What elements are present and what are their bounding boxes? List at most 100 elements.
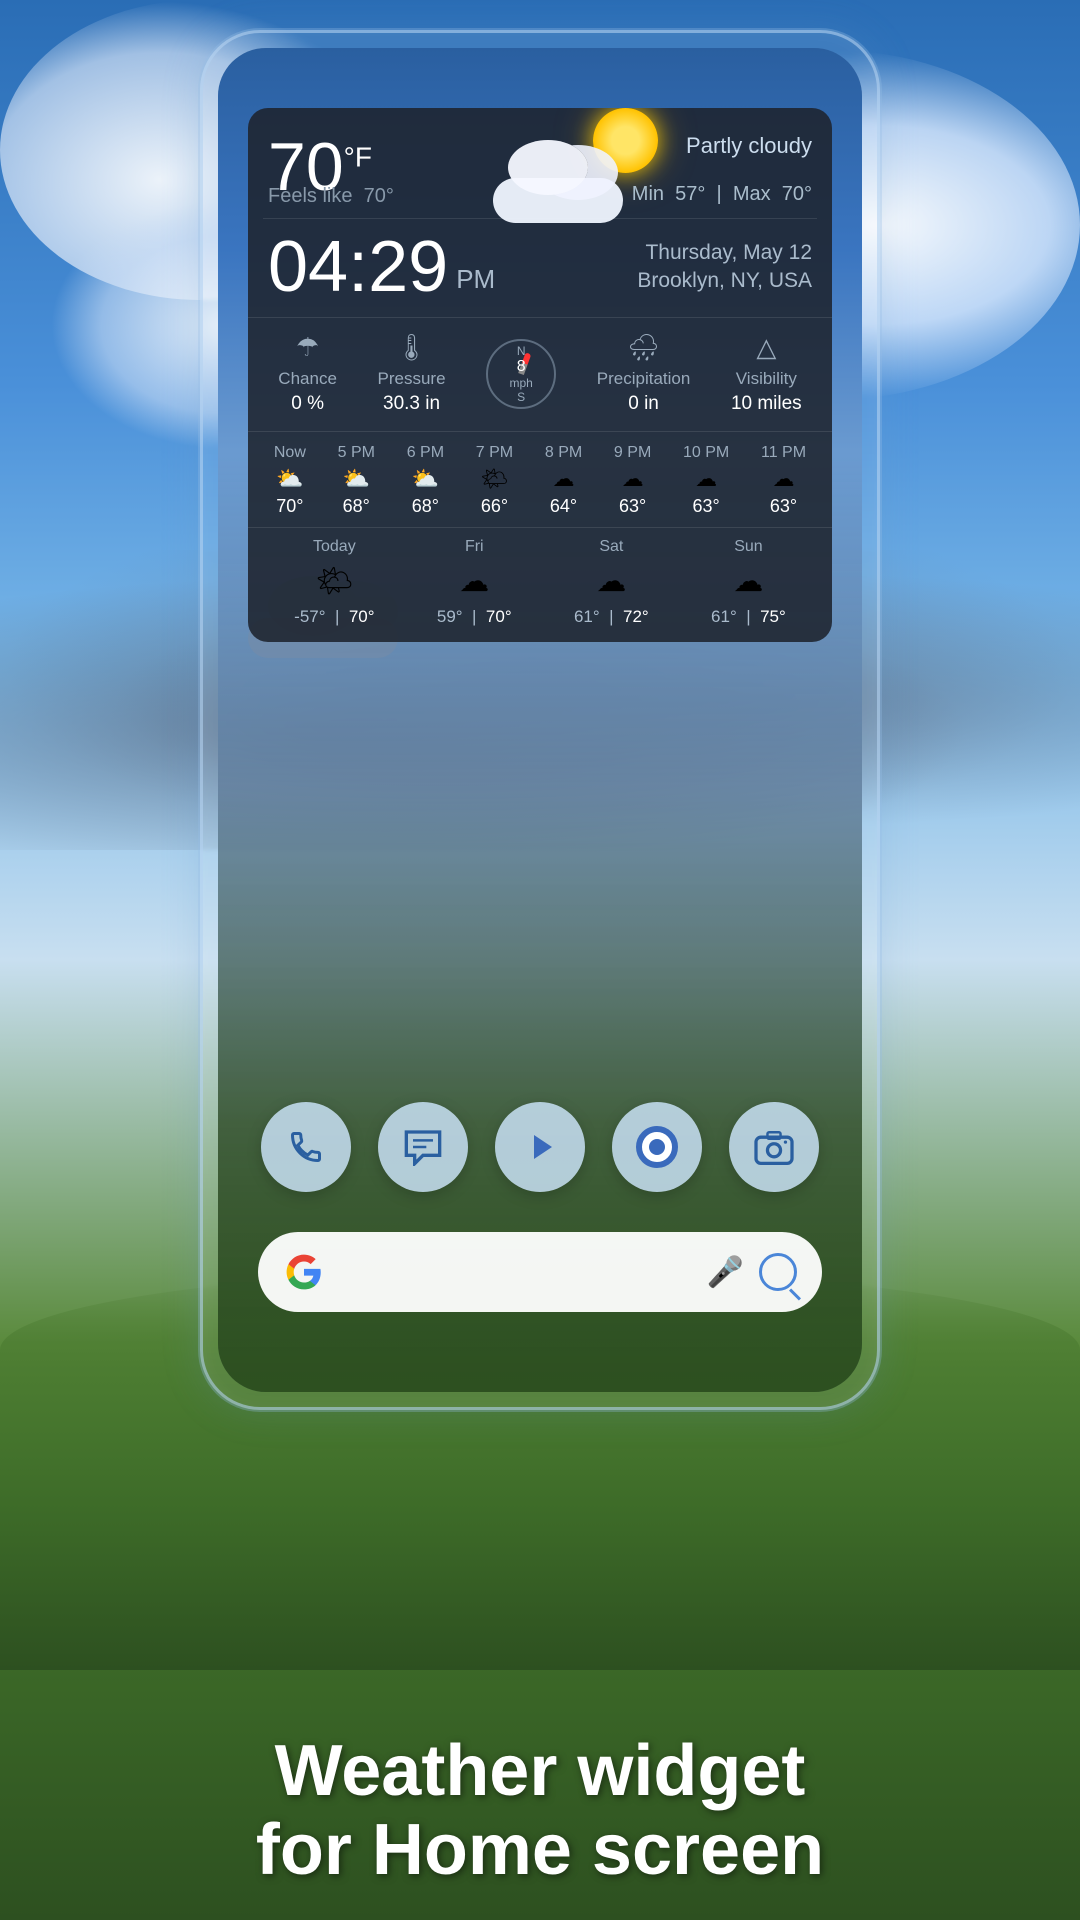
weather-header: 70°F Partly cloudy Feels like 70° Min 57… — [248, 108, 832, 218]
chance-value: 0 % — [291, 393, 324, 415]
day-item: Sat ☁ 61° | 72° — [574, 538, 649, 627]
weather-stats-row: ☂ Chance 0 % 🌡 Pressure 30.3 in N S — [248, 317, 832, 431]
day-weather-icon: ☁ — [596, 564, 626, 599]
weather-condition: Partly cloudy — [686, 133, 812, 159]
voice-search-icon[interactable]: 🎤 — [707, 1255, 744, 1290]
date-display: Thursday, May 12 — [637, 241, 812, 265]
dock-icon-chrome[interactable] — [612, 1102, 702, 1192]
hour-temp: 68° — [412, 496, 439, 517]
stat-precipitation: 🌧 Precipitation 0 in — [597, 332, 691, 415]
time-display: 04:29 — [268, 231, 448, 303]
day-temps: 61° | 72° — [574, 607, 649, 627]
hour-icon: ☁ — [553, 466, 575, 492]
day-high: 70° — [349, 607, 375, 626]
hour-label: 8 PM — [545, 444, 582, 462]
time-display-group: 04:29 PM — [268, 231, 495, 303]
google-logo — [283, 1251, 325, 1293]
date-location: Thursday, May 12 Brooklyn, NY, USA — [637, 241, 812, 293]
dock-icon-messages[interactable] — [378, 1102, 468, 1192]
hour-label: 11 PM — [761, 444, 806, 462]
hour-item: Now ⛅ 70° — [274, 444, 306, 517]
stat-wind: N S 8 mph — [486, 339, 556, 409]
dock-icon-camera[interactable] — [729, 1102, 819, 1192]
hour-icon: ⛅ — [343, 466, 370, 492]
day-weather-icon: ☁ — [459, 564, 489, 599]
app-dock — [248, 1102, 832, 1192]
day-temps: 59° | 70° — [437, 607, 512, 627]
day-high: 72° — [623, 607, 649, 626]
day-low: 61° — [574, 607, 600, 626]
hour-temp: 64° — [550, 496, 577, 517]
hour-item: 11 PM ☁ 63° — [761, 444, 806, 517]
stat-chance: ☂ Chance 0 % — [278, 332, 337, 415]
dock-icon-play-store[interactable] — [495, 1102, 585, 1192]
feels-like-label: Feels like — [268, 185, 352, 207]
hour-temp: 68° — [343, 496, 370, 517]
hour-item: 5 PM ⛅ 68° — [338, 444, 375, 517]
day-low: 59° — [437, 607, 463, 626]
weather-widget[interactable]: 70°F Partly cloudy Feels like 70° Min 57… — [248, 108, 832, 642]
day-item: Today 🌤 -57° | 70° — [294, 538, 374, 627]
max-label: Max — [733, 183, 771, 205]
hour-icon: ☁ — [622, 466, 644, 492]
hour-label: 10 PM — [683, 444, 729, 462]
hour-item: 10 PM ☁ 63° — [683, 444, 729, 517]
hour-temp: 70° — [276, 496, 303, 517]
stat-pressure: 🌡 Pressure 30.3 in — [378, 332, 446, 415]
pressure-label: Pressure — [378, 369, 446, 389]
compass-south: S — [517, 390, 525, 404]
day-weather-icon: ☁ — [733, 564, 763, 599]
dock-icon-phone[interactable] — [261, 1102, 351, 1192]
pressure-value: 30.3 in — [383, 393, 440, 415]
visibility-value: 10 miles — [731, 393, 802, 415]
temp-unit: °F — [344, 141, 372, 172]
day-label: Fri — [465, 538, 484, 556]
chance-icon: ☂ — [296, 332, 319, 363]
stat-visibility: △ Visibility 10 miles — [731, 332, 802, 415]
ampm-display: PM — [456, 264, 495, 295]
hour-item: 9 PM ☁ 63° — [614, 444, 651, 517]
min-label: Min — [632, 183, 664, 205]
daily-row: Today 🌤 -57° | 70° Fri ☁ 59° | 70° Sat ☁… — [263, 538, 817, 627]
precipitation-icon: 🌧 — [627, 332, 660, 363]
lens-search-icon[interactable] — [759, 1253, 797, 1291]
location-display: Brooklyn, NY, USA — [637, 269, 812, 293]
hour-icon: ⛅ — [412, 466, 439, 492]
min-temp: 57° — [675, 183, 705, 205]
hourly-row: Now ⛅ 70° 5 PM ⛅ 68° 6 PM ⛅ 68° 7 PM 🌤 6… — [258, 444, 822, 517]
hour-icon: ☁ — [695, 466, 717, 492]
hour-icon: ⛅ — [276, 466, 303, 492]
search-bar[interactable]: 🎤 — [258, 1232, 822, 1312]
hourly-forecast: Now ⛅ 70° 5 PM ⛅ 68° 6 PM ⛅ 68° 7 PM 🌤 6… — [248, 431, 832, 527]
precipitation-label: Precipitation — [597, 369, 691, 389]
hour-temp: 63° — [770, 496, 797, 517]
weather-icon-area — [478, 108, 678, 228]
day-temps: 61° | 75° — [711, 607, 786, 627]
compass: N S 8 mph — [486, 339, 556, 409]
hour-label: 7 PM — [476, 444, 513, 462]
day-temps: -57° | 70° — [294, 607, 374, 627]
day-high: 70° — [486, 607, 512, 626]
hour-item: 7 PM 🌤 66° — [476, 444, 513, 517]
wind-speed: 8 mph — [509, 357, 532, 391]
feels-like: Feels like 70° — [268, 185, 394, 208]
bottom-text-section: Weather widget for Home screen — [0, 1732, 1080, 1890]
hour-icon: 🌤 — [480, 466, 508, 492]
time-section: 04:29 PM Thursday, May 12 Brooklyn, NY, … — [248, 219, 832, 317]
hour-label: Now — [274, 444, 306, 462]
hour-temp: 66° — [481, 496, 508, 517]
hour-item: 6 PM ⛅ 68° — [407, 444, 444, 517]
min-max-temps: Min 57° | Max 70° — [632, 183, 812, 206]
precipitation-value: 0 in — [628, 393, 659, 415]
phone-frame: 70°F Partly cloudy Feels like 70° Min 57… — [200, 30, 880, 1410]
hour-icon: ☁ — [773, 466, 795, 492]
pressure-icon: 🌡 — [395, 332, 428, 363]
feels-like-temp: 70° — [364, 185, 394, 207]
day-item: Fri ☁ 59° | 70° — [437, 538, 512, 627]
day-label: Sat — [599, 538, 623, 556]
visibility-icon: △ — [756, 332, 776, 363]
daily-forecast: Today 🌤 -57° | 70° Fri ☁ 59° | 70° Sat ☁… — [248, 527, 832, 642]
day-low: -57° — [294, 607, 325, 626]
bottom-title: Weather widget for Home screen — [0, 1732, 1080, 1890]
hour-temp: 63° — [693, 496, 720, 517]
